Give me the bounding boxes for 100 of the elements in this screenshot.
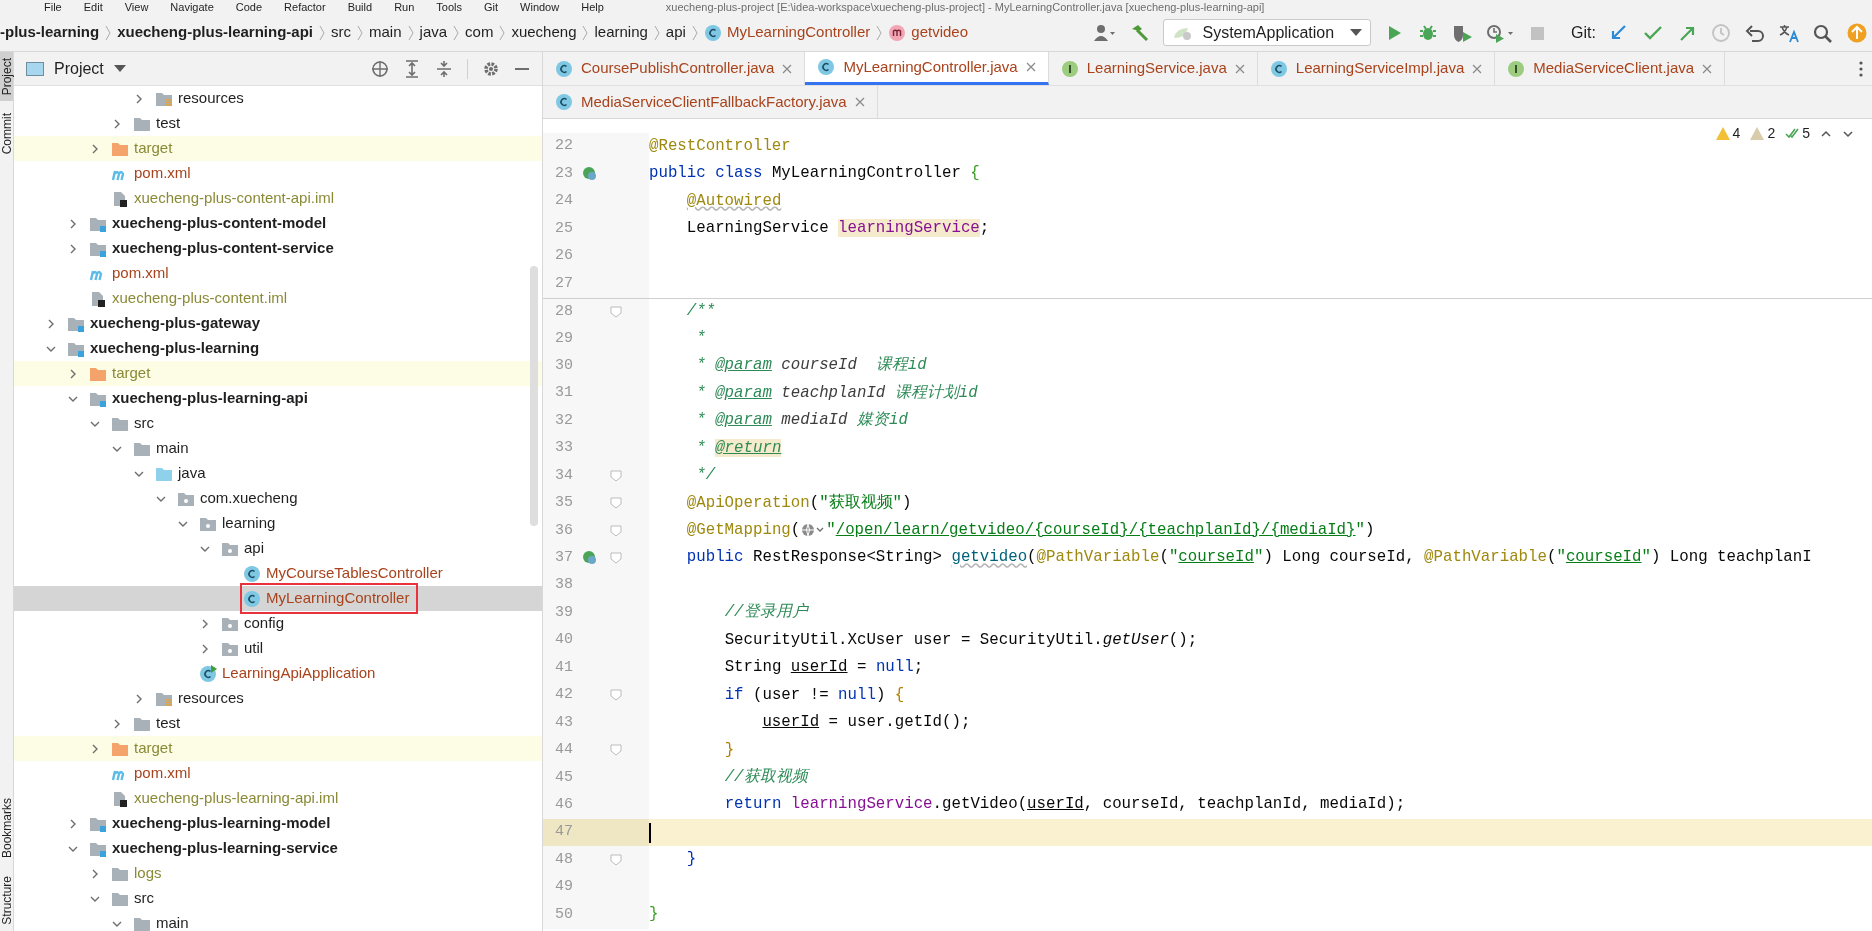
search-icon[interactable]	[1812, 22, 1834, 43]
breadcrumb-item[interactable]: MyLearningController	[703, 21, 871, 44]
menu-item[interactable]: Help	[581, 1, 604, 13]
target-icon[interactable]	[371, 59, 389, 78]
panel-title[interactable]: Project	[54, 56, 104, 81]
tree-row[interactable]: xuecheng-plus-learning-service	[14, 836, 542, 861]
tree-row[interactable]: target	[14, 136, 542, 161]
menu-item[interactable]: Edit	[83, 1, 103, 13]
tree-row[interactable]: MyCourseTablesController	[14, 561, 542, 586]
breadcrumb-item[interactable]: learning	[594, 21, 648, 44]
scrollbar-thumb[interactable]	[530, 266, 538, 526]
menu-item[interactable]: File	[44, 1, 62, 13]
tree-row[interactable]: xuecheng-plus-gateway	[14, 311, 542, 336]
fold-marker-icon[interactable]	[610, 552, 622, 565]
editor-tab[interactable]: MyLearningController.java	[805, 52, 1049, 85]
tree-row[interactable]: util	[14, 636, 542, 661]
collapse-all-icon[interactable]	[435, 59, 453, 78]
tree-row[interactable]: pom.xml	[14, 761, 542, 786]
fold-marker-icon[interactable]	[610, 744, 622, 757]
tree-row[interactable]: logs	[14, 861, 542, 886]
tree-row[interactable]: test	[14, 111, 542, 136]
breadcrumb-item[interactable]: src	[331, 21, 352, 44]
tree-row[interactable]: xuecheng-plus-learning	[14, 336, 542, 361]
breadcrumb-item[interactable]: -plus-learning	[0, 21, 100, 44]
breadcrumb-item[interactable]: getvideo	[888, 21, 968, 44]
close-icon[interactable]	[1472, 63, 1483, 74]
tree-row[interactable]: java	[14, 461, 542, 486]
tree-row[interactable]: api	[14, 536, 542, 561]
menu-item[interactable]: Window	[520, 1, 560, 13]
tree-row[interactable]: config	[14, 611, 542, 636]
tree-row[interactable]: xuecheng-plus-learning-api	[14, 386, 542, 411]
menu-item[interactable]: Code	[235, 1, 263, 13]
inspection-count[interactable]: 5	[1785, 123, 1810, 144]
tree-row[interactable]: xuecheng-plus-content-model	[14, 211, 542, 236]
fold-marker-icon[interactable]	[610, 524, 622, 537]
breadcrumb-item[interactable]: xuecheng-plus-learning-api	[117, 21, 314, 44]
menu-item[interactable]: Run	[394, 1, 415, 13]
close-icon[interactable]	[1702, 63, 1713, 74]
tree-row[interactable]: LearningApiApplication	[14, 661, 542, 686]
run-configuration-dropdown[interactable]: SystemApplication	[1163, 19, 1372, 46]
globe-dropdown-icon[interactable]	[801, 522, 826, 537]
tool-window-tab[interactable]: Structure	[0, 870, 13, 931]
tree-row[interactable]: pom.xml	[14, 261, 542, 286]
breadcrumb-item[interactable]: java	[419, 21, 448, 44]
bean-icon[interactable]	[582, 550, 598, 567]
tree-row[interactable]: target	[14, 736, 542, 761]
undo-icon[interactable]	[1744, 22, 1766, 43]
breadcrumb-item[interactable]: xuecheng	[511, 21, 577, 44]
menu-item[interactable]: View	[124, 1, 149, 13]
tree-row[interactable]: main	[14, 911, 542, 931]
tree-row[interactable]: src	[14, 886, 542, 911]
editor-tab[interactable]: LearningService.java	[1048, 52, 1258, 85]
tree-row[interactable]: com.xuecheng	[14, 486, 542, 511]
tool-window-tab[interactable]: Project	[0, 52, 13, 102]
bean-icon[interactable]	[582, 166, 598, 183]
editor-tab[interactable]: MediaServiceClient.java	[1495, 52, 1726, 85]
tree-row[interactable]: main	[14, 436, 542, 461]
user-icon[interactable]	[1093, 22, 1118, 43]
close-icon[interactable]	[782, 63, 793, 74]
close-icon[interactable]	[1234, 63, 1245, 74]
menu-item[interactable]: Build	[347, 1, 373, 13]
fold-marker-icon[interactable]	[610, 469, 622, 482]
fold-marker-icon[interactable]	[610, 689, 622, 702]
tree-row[interactable]: learning	[14, 511, 542, 536]
tree-row[interactable]: xuecheng-plus-content.iml	[14, 286, 542, 311]
inspection-count[interactable]: 2	[1750, 123, 1776, 144]
tree-row[interactable]: xuecheng-plus-content-service	[14, 236, 542, 261]
menu-item[interactable]: Tools	[436, 1, 462, 13]
editor-tab[interactable]: MediaServiceClientFallbackFactory.java	[543, 86, 878, 118]
tree-row[interactable]: resources	[14, 86, 542, 111]
tree-row[interactable]: test	[14, 711, 542, 736]
profiler-icon[interactable]	[1485, 22, 1516, 43]
editor-tab[interactable]: LearningServiceImpl.java	[1257, 52, 1496, 85]
tree-row[interactable]: src	[14, 411, 542, 436]
fold-marker-icon[interactable]	[610, 497, 622, 510]
tree-row[interactable]: MyLearningController	[14, 586, 542, 611]
tool-window-tab[interactable]: Commit	[0, 107, 13, 161]
menu-item[interactable]: Refactor	[284, 1, 326, 13]
tree-row[interactable]: xuecheng-plus-learning-model	[14, 811, 542, 836]
close-icon[interactable]	[854, 97, 865, 107]
code-line: //登录用户	[723, 602, 808, 624]
settings-icon[interactable]	[482, 59, 500, 78]
breadcrumb-item[interactable]: main	[369, 21, 402, 44]
inspection-count[interactable]: 4	[1715, 123, 1741, 144]
tool-window-tab[interactable]: Bookmarks	[0, 792, 13, 865]
tree-row[interactable]: resources	[14, 686, 542, 711]
breadcrumb-item[interactable]: com	[465, 21, 494, 44]
menu-item[interactable]: Navigate	[170, 1, 214, 13]
expand-all-icon[interactable]	[403, 59, 421, 78]
close-icon[interactable]	[1025, 62, 1036, 72]
fold-marker-icon[interactable]	[610, 854, 622, 867]
menu-item[interactable]: Git	[484, 1, 499, 13]
tree-row[interactable]: xuecheng-plus-content-api.iml	[14, 186, 542, 211]
caret-icon[interactable]	[113, 64, 126, 73]
tree-row[interactable]: xuecheng-plus-learning-api.iml	[14, 786, 542, 811]
tree-row[interactable]: target	[14, 361, 542, 386]
translate-icon[interactable]	[1778, 22, 1800, 43]
fold-marker-icon[interactable]	[610, 305, 622, 318]
tree-row[interactable]: pom.xml	[14, 161, 542, 186]
breadcrumb-item[interactable]: api	[665, 21, 686, 44]
